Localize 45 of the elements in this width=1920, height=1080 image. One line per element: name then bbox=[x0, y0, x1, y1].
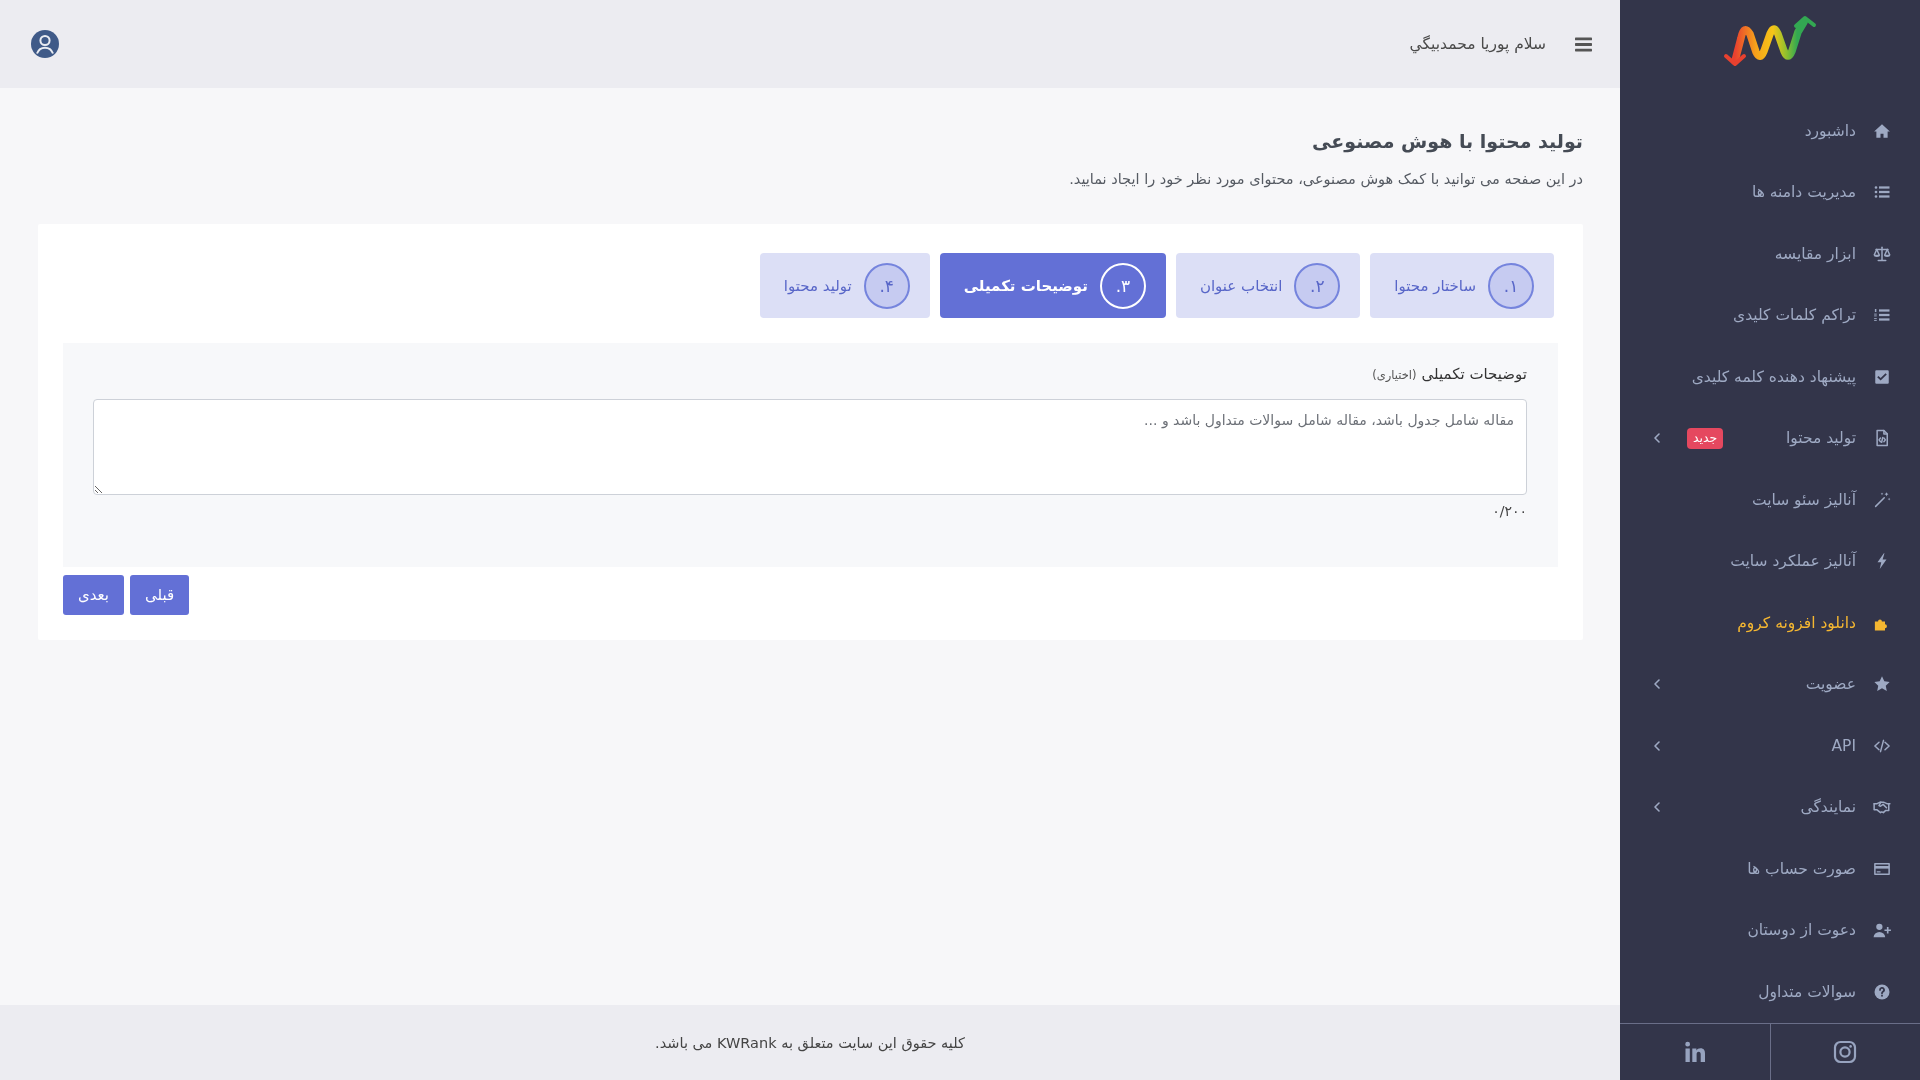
step-tab[interactable]: ۱. ساختار محتوا bbox=[1370, 253, 1554, 318]
sidebar-item[interactable]: دانلود افزونه کروم bbox=[1620, 592, 1920, 654]
field-label: توضیحات تکمیلی bbox=[1421, 364, 1527, 384]
balance-scale-icon bbox=[1873, 244, 1891, 263]
linkedin-icon bbox=[1682, 1039, 1707, 1064]
sidebar-item[interactable]: سوالات متداول bbox=[1620, 961, 1920, 1023]
user-avatar-icon[interactable] bbox=[30, 29, 60, 59]
step-tab[interactable]: ۲. انتخاب عنوان bbox=[1175, 253, 1361, 318]
sidebar-item[interactable]: دعوت از دوستان bbox=[1620, 899, 1920, 961]
sidebar-item[interactable]: صورت حساب ها bbox=[1620, 838, 1920, 900]
sidebar-item[interactable]: پیشنهاد دهنده کلمه کلیدی bbox=[1620, 346, 1920, 408]
sidebar-item[interactable]: آنالیز سئو سایت bbox=[1620, 469, 1920, 531]
page-title: تولید محتوا با هوش مصنوعی bbox=[1311, 129, 1583, 155]
step-tab[interactable]: ۳. توضیحات تکمیلی bbox=[939, 253, 1166, 318]
character-counter: ۰/۲۰۰ bbox=[1492, 502, 1527, 520]
optional-hint: (اختیاری) bbox=[1372, 367, 1417, 384]
next-button[interactable]: بعدی bbox=[63, 575, 125, 615]
sidebar-item[interactable]: ابزار مقایسه bbox=[1620, 223, 1920, 285]
description-textarea[interactable]: مقاله شامل جدول باشد، مقاله شامل سوالات متداول باشد و ... bbox=[93, 399, 1527, 495]
step-number: ۲. bbox=[1294, 262, 1341, 309]
checkbox-icon bbox=[1873, 367, 1891, 386]
magic-wand-icon bbox=[1873, 490, 1891, 509]
page-description: در این صفحه می توانید با کمک هوش مصنوعی، محتوای مورد نظر خود را ایجاد نمایید. bbox=[1068, 170, 1583, 190]
new-badge: جدید bbox=[1687, 427, 1724, 449]
sidebar-item[interactable]: آنالیز عملکرد سایت bbox=[1620, 530, 1920, 592]
sidebar-item[interactable]: API bbox=[1620, 715, 1920, 777]
copyright-text: کلیه حقوق این سایت متعلق به KWRank می باشد. bbox=[655, 1034, 965, 1051]
code-file-icon bbox=[1873, 429, 1891, 448]
previous-button[interactable]: قبلی bbox=[130, 575, 190, 615]
sidebar-item[interactable]: تولید محتوا جدید bbox=[1620, 407, 1920, 469]
sidebar-item[interactable]: عضویت bbox=[1620, 653, 1920, 715]
sidebar-item[interactable]: نمایندگی bbox=[1620, 776, 1920, 838]
sidebar-item[interactable]: داشبورد bbox=[1620, 100, 1920, 162]
sidebar-item[interactable]: تراکم کلمات کلیدی bbox=[1620, 284, 1920, 346]
instagram-icon bbox=[1833, 1039, 1858, 1064]
step-number: ۴. bbox=[863, 262, 910, 309]
star-icon bbox=[1873, 675, 1891, 694]
user-plus-icon bbox=[1873, 921, 1891, 940]
menu-icon[interactable] bbox=[1575, 36, 1592, 52]
step-number: ۳. bbox=[1099, 262, 1146, 309]
help-icon bbox=[1873, 982, 1891, 1001]
sidebar-item[interactable]: مدیریت دامنه ها bbox=[1620, 161, 1920, 223]
step-tab[interactable]: ۴. تولید محتوا bbox=[759, 253, 930, 318]
greeting-text: سلام پوریا محمدبیگي bbox=[1409, 35, 1546, 53]
step-number: ۱. bbox=[1488, 262, 1534, 309]
